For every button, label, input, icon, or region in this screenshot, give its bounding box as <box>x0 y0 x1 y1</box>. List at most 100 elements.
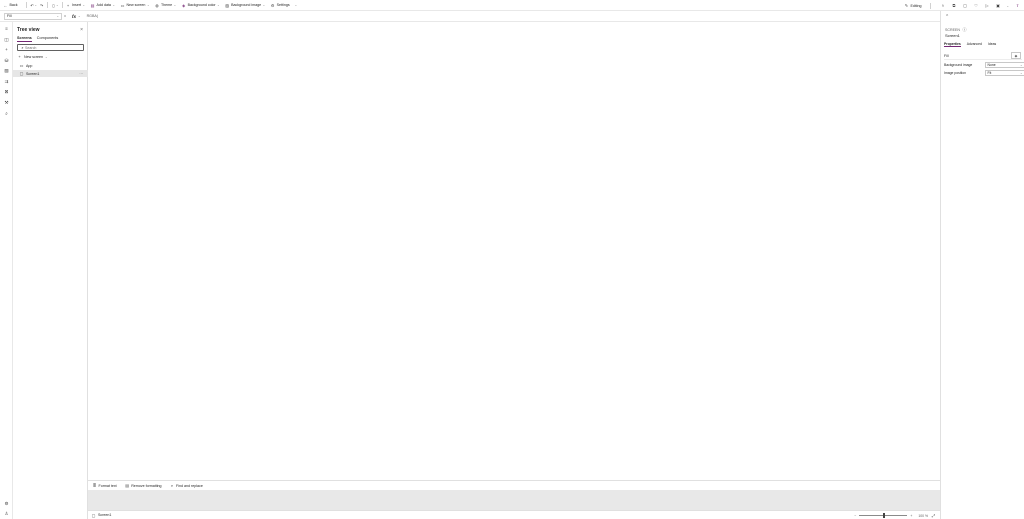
command-bar: ← Back ↶ ⌄ ↷ ▯ ⌄ + Insert ⌄ ▤ Add data ⌄… <box>0 0 1024 11</box>
chevron-down-icon[interactable]: ⌄ <box>56 3 59 7</box>
media-icon[interactable]: ▧ <box>3 67 10 74</box>
tree-item-app[interactable]: ▭ App <box>13 62 88 69</box>
arrow-left-icon: ← <box>3 2 8 8</box>
background-image-row: Background image None ⌄ <box>944 62 1024 68</box>
publish-icon[interactable]: ⇪ <box>1015 3 1020 8</box>
format-icon: ≣ <box>92 483 97 488</box>
tab-ideas[interactable]: Ideas <box>988 42 996 47</box>
account-icon[interactable]: ♙ <box>3 510 10 517</box>
add-data-button[interactable]: ▤ Add data ⌄ <box>90 3 115 8</box>
insert-icon[interactable]: + <box>3 46 10 53</box>
theme-button[interactable]: ◍ Theme ⌄ <box>154 3 176 8</box>
more-chevron-icon[interactable]: ⌄ <box>295 3 298 7</box>
hamburger-icon[interactable]: ≡ <box>3 25 10 32</box>
new-screen-button[interactable]: + New screen ⌄ <box>17 54 47 59</box>
editing-label: Editing <box>910 3 922 8</box>
variables-icon[interactable]: ⊠ <box>3 88 10 95</box>
layers-icon[interactable]: ◫ <box>3 36 10 43</box>
fill-row: Fill ◈ <box>944 52 1022 60</box>
database-icon: ▤ <box>90 2 95 8</box>
image-icon: ▨ <box>225 2 230 8</box>
equals-sign: = <box>64 14 67 18</box>
pencil-icon: ✎ <box>904 3 909 8</box>
formula-results-area <box>88 490 940 510</box>
redo-icon[interactable]: ↷ <box>39 3 44 8</box>
remove-formatting-button[interactable]: ▤ Remove formatting <box>125 483 161 488</box>
divider <box>61 2 63 8</box>
paint-bucket-icon: ◈ <box>1014 54 1018 58</box>
add-data-label: Add data <box>96 3 111 7</box>
screen-icon: ▢ <box>91 512 96 518</box>
divider <box>47 2 49 8</box>
fit-to-window-icon[interactable]: ⤢ <box>931 513 936 518</box>
background-color-button[interactable]: ◈ Background color ⌄ <box>181 3 220 8</box>
chevron-down-icon[interactable]: ⌄ <box>1006 4 1009 8</box>
save-icon[interactable]: ▣ <box>995 3 1000 8</box>
share-icon[interactable]: ⧉ <box>951 3 956 8</box>
fx-button[interactable]: fx <box>70 14 78 19</box>
status-screen-name[interactable]: Screen1 <box>98 513 111 517</box>
tree-item-label: Screen1 <box>26 71 40 76</box>
chevron-down-icon[interactable]: ⌄ <box>78 14 81 18</box>
fill-color-picker[interactable]: ◈ <box>1011 52 1021 59</box>
background-image-button[interactable]: ▨ Background image ⌄ <box>225 3 265 8</box>
new-screen-icon: ▭ <box>120 2 125 8</box>
search-placeholder: Search <box>25 45 37 50</box>
background-color-label: Background color <box>187 3 216 7</box>
settings-button[interactable]: ⚙ Settings <box>270 3 290 8</box>
select-value: None <box>987 63 996 67</box>
find-replace-button[interactable]: ⌕ Find and replace <box>170 483 203 488</box>
image-position-row: Image position Fit ⌄ <box>944 70 1024 76</box>
chevron-down-icon: ⌄ <box>1019 63 1023 67</box>
power-automate-icon[interactable]: ⇉ <box>3 78 10 85</box>
app-checker-icon[interactable]: ⚕ <box>940 3 945 8</box>
left-rail: ≡ ◫ + ⛁ ▧ ⇉ ⊠ ⚒ ⌕ ⚙ ♙ <box>0 22 13 519</box>
divider <box>25 2 27 8</box>
format-text-button[interactable]: ≣ Format text <box>92 483 117 488</box>
zoom-slider[interactable] <box>859 513 908 518</box>
tree-item-screen1[interactable]: ▢ Screen1 ··· <box>13 70 88 77</box>
tab-properties[interactable]: Properties <box>944 42 961 47</box>
play-icon[interactable]: ▷ <box>984 3 989 8</box>
tab-screens[interactable]: Screens <box>17 36 32 42</box>
tab-advanced[interactable]: Advanced <box>967 42 982 47</box>
zoom-slider-thumb[interactable] <box>883 513 886 518</box>
settings-icon[interactable]: ⚙ <box>3 500 10 507</box>
search-icon[interactable]: ⌕ <box>3 110 10 117</box>
editing-button[interactable]: ✎ Editing <box>904 3 922 8</box>
insert-button[interactable]: + Insert ⌄ <box>66 3 86 8</box>
background-image-select[interactable]: None ⌄ <box>985 62 1024 68</box>
help-icon[interactable]: ⓘ <box>962 27 967 32</box>
search-input[interactable]: ⌕ Search <box>17 44 84 51</box>
fill-label: Fill <box>944 53 949 58</box>
advanced-tools-icon[interactable]: ⚒ <box>3 99 10 106</box>
close-icon[interactable]: × <box>80 27 83 33</box>
insert-label: Insert <box>72 3 82 7</box>
zoom-in-button[interactable]: + <box>910 514 912 518</box>
property-label: Image position <box>944 71 967 75</box>
chevron-down-icon: ⌄ <box>1019 71 1023 75</box>
settings-label: Settings <box>276 3 290 7</box>
formula-input[interactable]: RGBA( <box>87 14 98 18</box>
new-screen-label: New screen <box>24 54 43 59</box>
app-icon: ▭ <box>19 63 24 68</box>
background-image-label: Background image <box>231 3 262 7</box>
new-screen-label: New screen <box>126 3 146 7</box>
data-icon[interactable]: ⛁ <box>3 57 10 64</box>
zoom-control: − + 100 % ⤢ <box>854 511 936 519</box>
new-screen-button[interactable]: ▭ New screen ⌄ <box>120 3 150 8</box>
palette-icon: ◍ <box>155 2 159 8</box>
property-selector[interactable]: Fill ⌄ <box>4 12 62 20</box>
tab-components[interactable]: Components <box>37 36 59 42</box>
chevron-down-icon: ⌄ <box>82 3 86 7</box>
chevron-down-icon[interactable]: ⌄ <box>35 3 38 7</box>
comment-icon[interactable]: ▢ <box>962 3 967 8</box>
screen-canvas[interactable] <box>88 22 940 480</box>
back-button[interactable]: ← Back <box>3 3 18 8</box>
more-icon[interactable]: ··· <box>79 72 83 76</box>
image-position-select[interactable]: Fit ⌄ <box>985 70 1024 76</box>
health-icon[interactable]: ♡ <box>973 3 978 8</box>
chevron-up-icon[interactable]: ⌃ <box>945 14 949 20</box>
zoom-out-button[interactable]: − <box>854 514 856 518</box>
screen-name[interactable]: Screen1 <box>945 33 960 38</box>
